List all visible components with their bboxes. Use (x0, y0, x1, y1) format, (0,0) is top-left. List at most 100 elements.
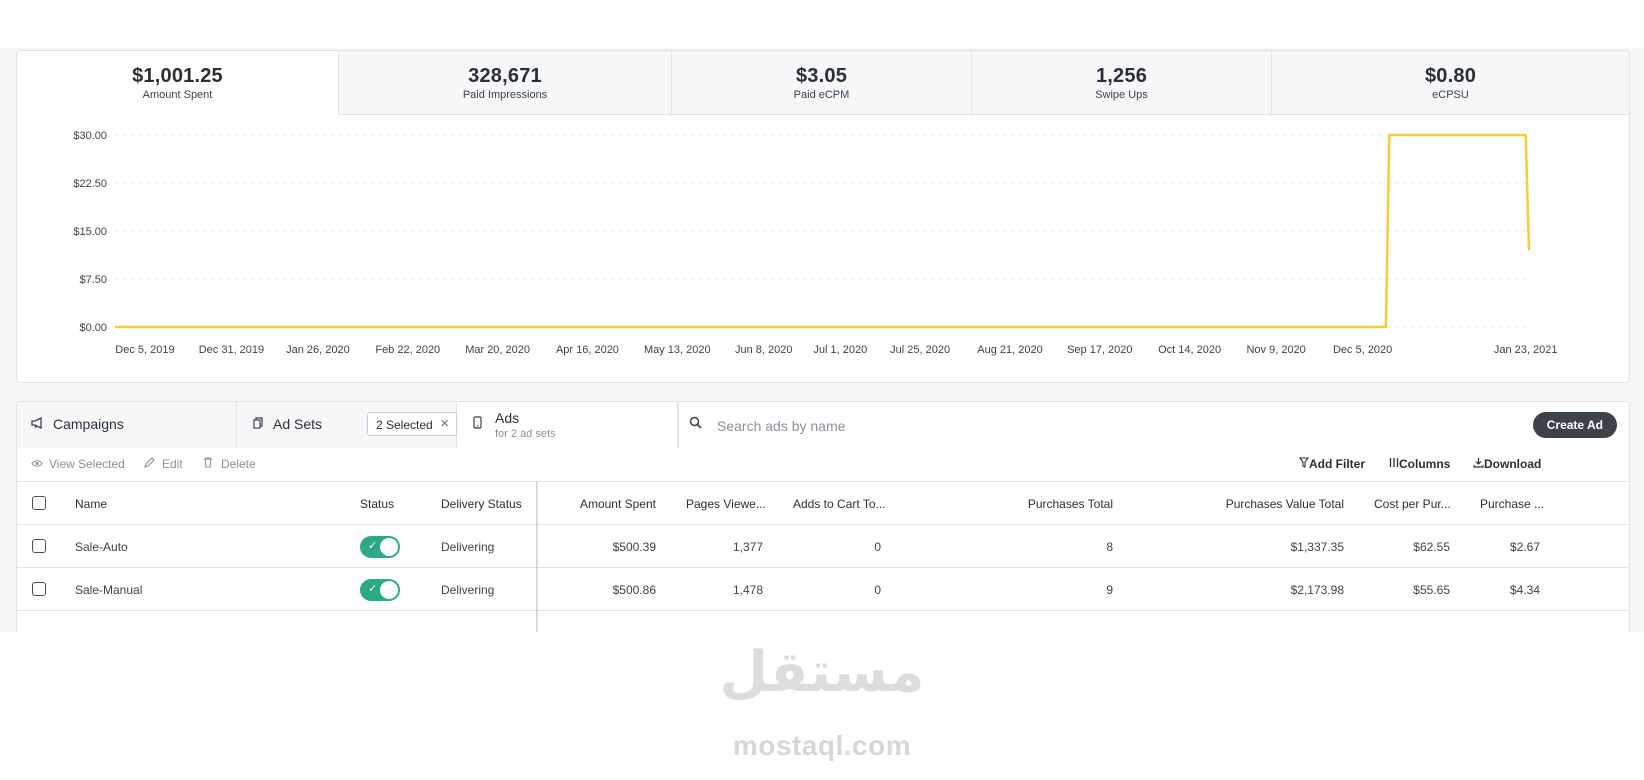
download-button[interactable]: Download (1473, 457, 1541, 471)
edit-button[interactable]: Edit (144, 457, 183, 471)
edit-label: Edit (162, 457, 183, 471)
x-tick-label: Dec 31, 2019 (199, 344, 264, 356)
col-purchases-header[interactable]: Purchases Total (1028, 497, 1113, 511)
columns-icon (1389, 457, 1399, 471)
x-tick-label: Dec 5, 2020 (1333, 344, 1392, 356)
metric-value: 1,256 (1095, 65, 1148, 87)
purchases-value-total: $1,337.35 (1290, 540, 1344, 554)
x-tick-label: Jan 23, 2021 (1494, 344, 1558, 356)
row-checkbox[interactable] (32, 539, 46, 553)
watermark-arabic: مستقل (719, 640, 925, 705)
status-toggle[interactable]: ✓ (360, 579, 400, 601)
x-tick-label: Dec 5, 2019 (115, 344, 174, 356)
metric-tab-paid-ecpm[interactable]: $3.05 Paid eCPM (671, 51, 971, 115)
select-all-checkbox[interactable] (32, 496, 46, 510)
col-value-header[interactable]: Purchases Value Total (1226, 497, 1344, 511)
metric-value: $1,001.25 (132, 65, 223, 87)
ads-table-panel: Campaigns Ad Sets 2 Selected × Ads for 2… (16, 401, 1630, 632)
metric-value: $0.80 (1424, 65, 1477, 87)
pages-viewed: 1,377 (732, 540, 763, 554)
ad-name[interactable]: Sale-Auto (75, 540, 128, 554)
create-ad-button[interactable]: Create Ad (1532, 412, 1617, 438)
x-tick-label: Jun 8, 2020 (735, 344, 793, 356)
x-tick-label: Jan 26, 2020 (286, 344, 350, 356)
purchase-extra: $2.67 (1509, 540, 1540, 554)
view-selected-button[interactable]: View Selected (31, 457, 125, 471)
copy-icon (253, 417, 264, 432)
metrics-chart-card: $1,001.25 Amount Spent 328,671 Paid Impr… (16, 50, 1630, 383)
x-tick-label: Mar 20, 2020 (465, 344, 530, 356)
purchases-total: 9 (1106, 583, 1113, 597)
y-tick-label: $0.00 (79, 322, 107, 334)
col-pages-header[interactable]: Pages Viewe... (686, 497, 766, 511)
table-row[interactable]: Sale-Auto ✓ Delivering $500.39 1,377 0 8… (17, 525, 1629, 568)
close-icon[interactable]: × (440, 415, 449, 432)
phone-icon (473, 416, 482, 432)
metric-tab-swipe-ups[interactable]: 1,256 Swipe Ups (971, 51, 1271, 115)
delivery-status: Delivering (441, 583, 495, 597)
nav-campaigns[interactable]: Campaigns (17, 402, 237, 448)
metric-label: Amount Spent (142, 89, 213, 101)
purchase-extra: $4.34 (1509, 583, 1540, 597)
download-icon (1473, 457, 1484, 471)
selected-count: 2 Selected (376, 418, 433, 432)
download-label: Download (1484, 457, 1542, 471)
col-purchase-header[interactable]: Purchase ... (1480, 497, 1544, 511)
col-name-header[interactable]: Name (75, 497, 107, 511)
trash-icon (203, 457, 217, 471)
x-tick-label: Jul 1, 2020 (813, 344, 867, 356)
col-delivery-header[interactable]: Delivery Status (441, 497, 522, 511)
col-amount-header[interactable]: Amount Spent (580, 497, 656, 511)
nav-campaigns-label: Campaigns (53, 416, 124, 432)
col-status-header[interactable]: Status (360, 497, 394, 511)
x-tick-label: May 13, 2020 (644, 344, 711, 356)
add-filter-label: Add Filter (1309, 457, 1365, 471)
search-icon (689, 416, 705, 432)
cost-per-purchase: $55.65 (1413, 583, 1450, 597)
columns-button[interactable]: Columns (1389, 457, 1450, 471)
search-input[interactable] (715, 412, 1319, 440)
row-checkbox[interactable] (32, 582, 46, 596)
cost-per-purchase: $62.55 (1413, 540, 1450, 554)
selected-filter-pill[interactable]: 2 Selected × (367, 412, 457, 436)
table-header-row: Name Status Delivery Status Amount Spent… (17, 482, 1629, 525)
amount-spent: $500.39 (612, 540, 656, 554)
megaphone-icon (31, 416, 44, 432)
col-adds-header[interactable]: Adds to Cart To... (793, 497, 886, 511)
metric-tab-amount-spent[interactable]: $1,001.25 Amount Spent (17, 51, 338, 115)
add-filter-button[interactable]: Add Filter (1298, 457, 1365, 471)
level-nav: Campaigns Ad Sets 2 Selected × Ads for 2… (17, 402, 1629, 448)
x-tick-label: Apr 16, 2020 (556, 344, 619, 356)
frozen-column-shadow (536, 482, 540, 632)
metric-tab-paid-impressions[interactable]: 328,671 Paid Impressions (338, 51, 671, 115)
adds-to-cart: 0 (874, 540, 881, 554)
eye-icon (31, 457, 45, 471)
table-row[interactable]: Sale-Manual ✓ Delivering $500.86 1,478 0… (17, 568, 1629, 611)
x-tick-label: Oct 14, 2020 (1158, 344, 1221, 356)
check-icon: ✓ (368, 583, 378, 595)
purchases-value-total: $2,173.98 (1290, 583, 1344, 597)
nav-ads-subtitle: for 2 ad sets (495, 428, 556, 440)
metric-tab-ecpsu[interactable]: $0.80 eCPSU (1271, 51, 1629, 115)
x-tick-label: Nov 9, 2020 (1246, 344, 1305, 356)
pencil-icon (144, 457, 158, 471)
x-tick-label: Sep 17, 2020 (1067, 344, 1132, 356)
metric-label: Swipe Ups (1095, 89, 1148, 101)
metric-label: Paid Impressions (462, 89, 548, 101)
filter-icon (1298, 457, 1310, 471)
delivery-status: Delivering (441, 540, 495, 554)
metric-tabs: $1,001.25 Amount Spent 328,671 Paid Impr… (17, 51, 1629, 115)
pages-viewed: 1,478 (732, 583, 763, 597)
metric-value: $3.05 (795, 65, 848, 87)
search-area: Create Ad (678, 402, 1629, 448)
status-toggle[interactable]: ✓ (360, 536, 400, 558)
x-tick-label: Jul 25, 2020 (890, 344, 950, 356)
col-cost-header[interactable]: Cost per Pur... (1374, 497, 1451, 511)
y-tick-label: $7.50 (79, 274, 107, 286)
nav-ad-sets[interactable]: Ad Sets 2 Selected × (237, 402, 457, 448)
y-tick-label: $30.00 (73, 130, 107, 142)
x-tick-label: Feb 22, 2020 (375, 344, 440, 356)
nav-ads[interactable]: Ads for 2 ad sets (457, 402, 678, 448)
ad-name[interactable]: Sale-Manual (75, 583, 142, 597)
delete-button[interactable]: Delete (203, 457, 256, 471)
